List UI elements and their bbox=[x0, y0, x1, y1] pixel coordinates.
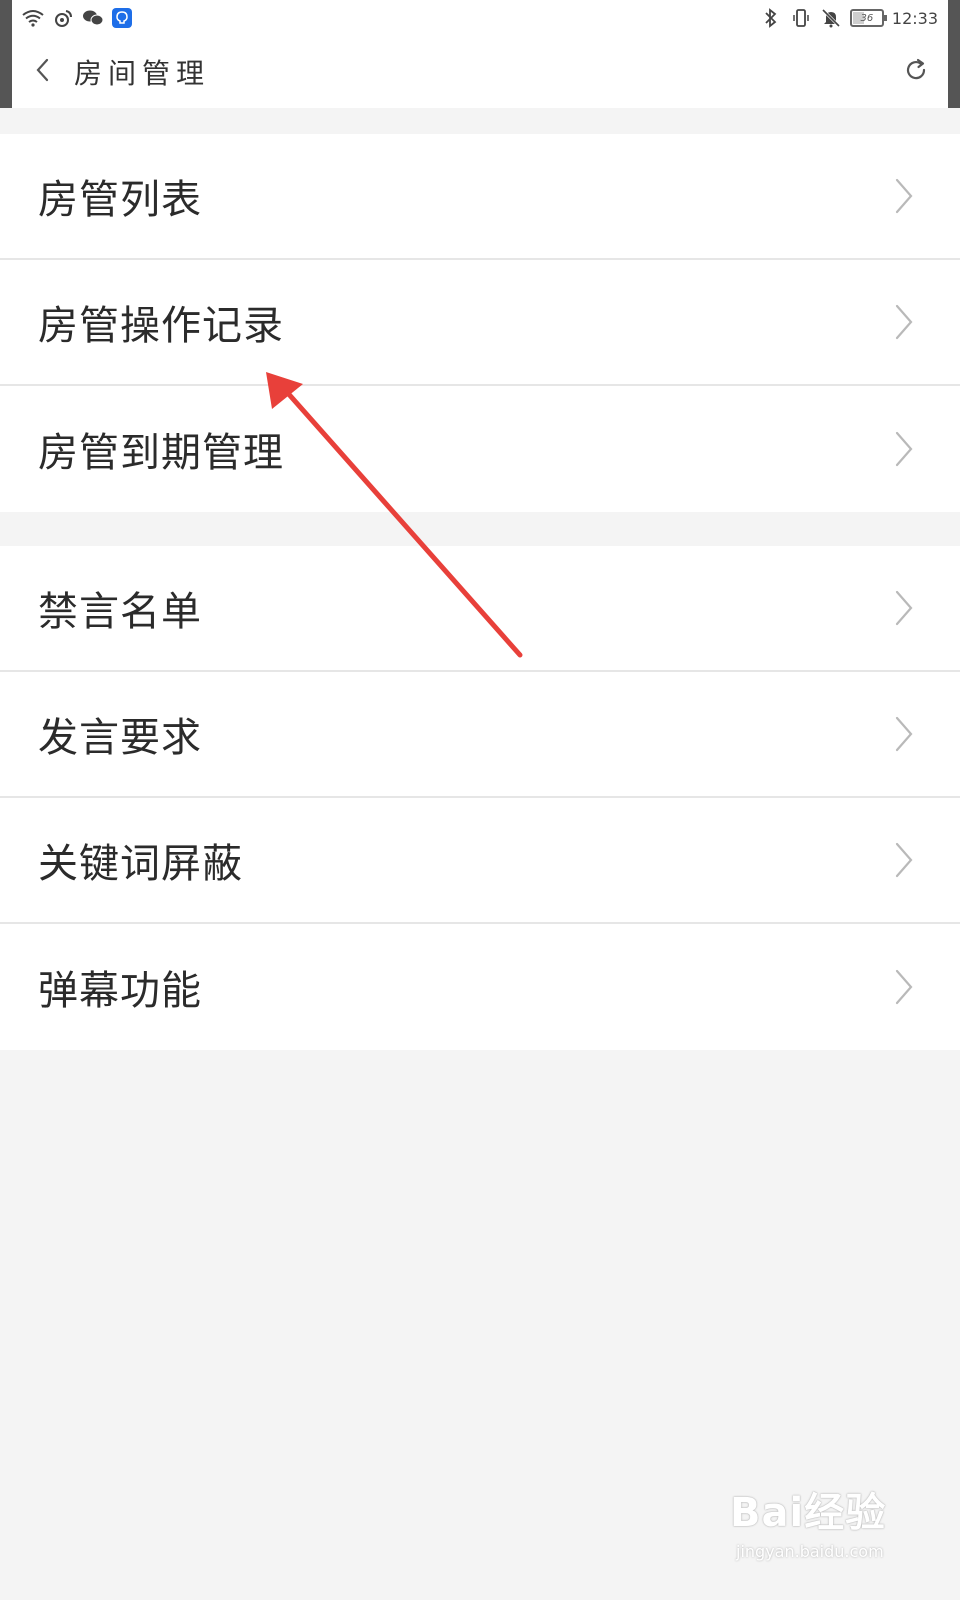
settings-group-chat: 禁言名单 发言要求 关键词屏蔽 弹幕功能 bbox=[0, 546, 960, 1050]
weibo-icon bbox=[52, 7, 74, 29]
bluetooth-icon bbox=[760, 7, 782, 29]
chevron-right-icon bbox=[892, 714, 916, 754]
refresh-button[interactable] bbox=[898, 54, 934, 90]
title-bar: 房间管理 bbox=[12, 36, 948, 108]
chevron-right-icon bbox=[892, 588, 916, 628]
status-right: 36 12:33 bbox=[760, 7, 938, 29]
watermark-url: jingyan.baidu.com bbox=[736, 1542, 884, 1561]
watermark-logo: Bai经验 bbox=[730, 1490, 887, 1536]
menu-item-label: 关键词屏蔽 bbox=[38, 841, 243, 887]
menu-item-mute-list[interactable]: 禁言名单 bbox=[0, 546, 960, 672]
wifi-icon bbox=[22, 7, 44, 29]
wechat-icon bbox=[82, 7, 104, 29]
chevron-right-icon bbox=[892, 176, 916, 216]
menu-item-label: 房管列表 bbox=[38, 177, 202, 223]
chevron-right-icon bbox=[892, 967, 916, 1007]
chevron-left-icon bbox=[34, 57, 50, 87]
battery-icon: 36 bbox=[849, 9, 887, 27]
back-button[interactable] bbox=[12, 36, 72, 108]
menu-item-label: 弹幕功能 bbox=[38, 968, 202, 1014]
chevron-right-icon bbox=[892, 429, 916, 469]
chevron-right-icon bbox=[892, 840, 916, 880]
menu-item-label: 发言要求 bbox=[38, 715, 202, 761]
page-title: 房间管理 bbox=[74, 57, 211, 90]
menu-item-danmaku[interactable]: 弹幕功能 bbox=[0, 924, 960, 1050]
status-left bbox=[22, 7, 132, 29]
refresh-icon bbox=[903, 57, 929, 87]
menu-item-speaking-requirements[interactable]: 发言要求 bbox=[0, 672, 960, 798]
vibrate-icon bbox=[790, 7, 812, 29]
baidu-jingyan-watermark: Bai经验 jingyan.baidu.com bbox=[730, 1480, 930, 1580]
settings-group-moderators: 房管列表 房管操作记录 房管到期管理 bbox=[0, 134, 960, 512]
device-frame-left bbox=[0, 0, 12, 108]
app-notification-icon bbox=[112, 8, 132, 28]
chevron-right-icon bbox=[892, 302, 916, 342]
mute-icon bbox=[820, 7, 842, 29]
status-bar: 36 12:33 bbox=[12, 0, 948, 36]
menu-item-keyword-block[interactable]: 关键词屏蔽 bbox=[0, 798, 960, 924]
menu-item-moderator-operation-log[interactable]: 房管操作记录 bbox=[0, 260, 960, 386]
menu-item-label: 房管到期管理 bbox=[38, 430, 284, 476]
menu-item-label: 禁言名单 bbox=[38, 589, 202, 635]
menu-item-moderator-expiry[interactable]: 房管到期管理 bbox=[0, 386, 960, 512]
menu-item-label: 房管操作记录 bbox=[38, 303, 284, 349]
status-time: 12:33 bbox=[891, 8, 938, 28]
battery-percent: 36 bbox=[860, 12, 874, 24]
device-frame-right bbox=[948, 0, 960, 108]
menu-item-moderator-list[interactable]: 房管列表 bbox=[0, 134, 960, 260]
